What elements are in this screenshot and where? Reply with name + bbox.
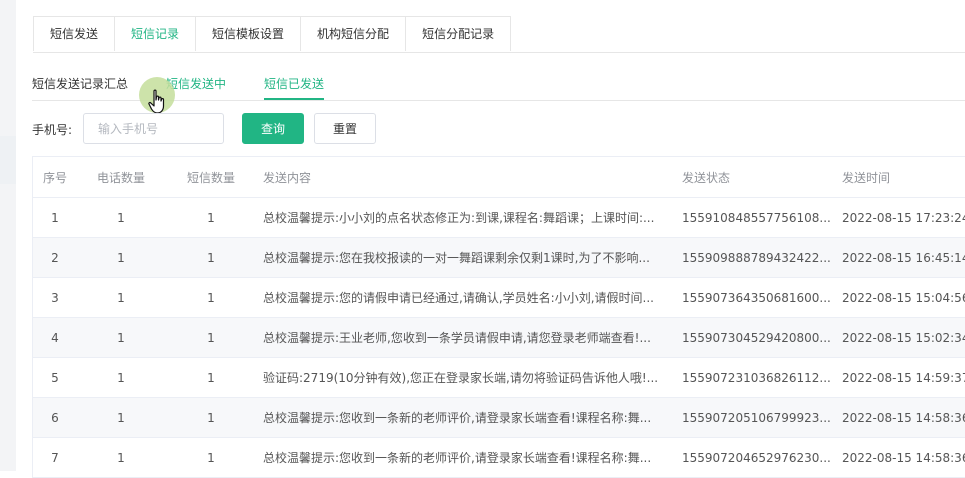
row-status: 155907204652976230... — [682, 450, 831, 465]
row-time: 2022-08-15 14:58:36 — [842, 410, 965, 425]
row-phone-count: 1 — [117, 250, 125, 265]
table-row[interactable]: 4 1 1 总校温馨提示:王业老师,您收到一条学员请假申请,请您登录老师端查看!...… — [33, 318, 965, 358]
row-phone-count: 1 — [117, 450, 125, 465]
row-sms-count: 1 — [207, 250, 215, 265]
left-strip-marker — [0, 136, 16, 184]
table-header: 序号 电话数量 短信数量 发送内容 发送状态 发送时间 — [33, 157, 965, 198]
row-phone-count: 1 — [117, 330, 125, 345]
row-time: 2022-08-15 15:02:34 — [842, 330, 965, 345]
table-row[interactable]: 7 1 1 总校温馨提示:您收到一条新的老师评价,请登录家长端查看!课程名称:舞...… — [33, 438, 965, 478]
row-index: 6 — [51, 410, 59, 425]
reset-button[interactable]: 重置 — [314, 113, 376, 144]
table-row[interactable]: 5 1 1 验证码:2719(10分钟有效),您正在登录家长端,请勿将验证码告诉他人哦… — [33, 358, 965, 398]
row-index: 3 — [51, 290, 59, 305]
row-status: 155910848557756108... — [682, 210, 831, 225]
sms-records-table: 序号 电话数量 短信数量 发送内容 发送状态 发送时间 1 1 1 总校温馨提示:小小… — [32, 156, 965, 478]
row-index: 4 — [51, 330, 59, 345]
tab-sms-allocation-records[interactable]: 短信分配记录 — [405, 16, 512, 51]
row-sms-count: 1 — [207, 330, 215, 345]
row-sms-count: 1 — [207, 450, 215, 465]
row-index: 7 — [51, 450, 59, 465]
row-index: 1 — [51, 210, 59, 225]
hand-cursor-icon — [148, 89, 165, 114]
row-status: 155907231036826112... — [682, 370, 831, 385]
row-sms-count: 1 — [207, 410, 215, 425]
tab-sms-send[interactable]: 短信发送 — [33, 16, 116, 51]
subtab-sent[interactable]: 短信已发送 — [264, 75, 325, 100]
row-time: 2022-08-15 14:59:37 — [842, 370, 965, 385]
table-body: 1 1 1 总校温馨提示:小小刘的点名状态修正为:到课,课程名:舞蹈课；上课时间:..… — [33, 198, 965, 478]
row-time: 2022-08-15 15:04:56 — [842, 290, 965, 305]
row-time: 2022-08-15 17:23:24 — [842, 210, 965, 225]
row-status: 155907364350681600... — [682, 290, 831, 305]
subtab-sending[interactable]: 短信发送中 — [166, 75, 226, 92]
col-header-status: 发送状态 — [682, 170, 731, 185]
row-content: 验证码:2719(10分钟有效),您正在登录家长端,请勿将验证码告诉他人哦!..… — [263, 371, 659, 385]
col-header-phone-count: 电话数量 — [96, 170, 145, 185]
row-index: 5 — [51, 370, 59, 385]
row-content: 总校温馨提示:您的请假申请已经通过,请确认,学员姓名:小小刘,请假时间... — [263, 291, 654, 305]
row-index: 2 — [51, 250, 59, 265]
top-tab-bar: 短信发送 短信记录 短信模板设置 机构短信分配 短信分配记录 — [33, 16, 965, 53]
query-button[interactable]: 查询 — [242, 113, 304, 144]
row-time: 2022-08-15 14:58:36 — [842, 450, 965, 465]
row-phone-count: 1 — [117, 290, 125, 305]
row-phone-count: 1 — [117, 370, 125, 385]
col-header-sms-count: 短信数量 — [186, 170, 235, 185]
tab-org-sms-allocation[interactable]: 机构短信分配 — [300, 16, 407, 51]
row-content: 总校温馨提示:您在我校报读的一对一舞蹈课剩余仅剩1课时,为了不影响... — [263, 251, 650, 265]
subtab-send-summary[interactable]: 短信发送记录汇总 — [32, 75, 128, 92]
phone-search-input[interactable] — [83, 113, 224, 144]
left-strip — [0, 0, 16, 471]
table-row[interactable]: 2 1 1 总校温馨提示:您在我校报读的一对一舞蹈课剩余仅剩1课时,为了不影响... 1… — [33, 238, 965, 278]
tab-sms-template-settings[interactable]: 短信模板设置 — [195, 16, 302, 51]
row-content: 总校温馨提示:王业老师,您收到一条学员请假申请,请您登录老师端查看!... — [263, 331, 651, 345]
row-phone-count: 1 — [117, 410, 125, 425]
row-status: 155907205106799923... — [682, 410, 831, 425]
tab-sms-records[interactable]: 短信记录 — [114, 16, 197, 51]
col-header-time: 发送时间 — [842, 170, 891, 185]
row-sms-count: 1 — [207, 210, 215, 225]
row-content: 总校温馨提示:您收到一条新的老师评价,请登录家长端查看!课程名称:舞... — [263, 451, 652, 465]
row-sms-count: 1 — [207, 370, 215, 385]
row-content: 总校温馨提示:小小刘的点名状态修正为:到课,课程名:舞蹈课；上课时间:... — [263, 211, 655, 225]
table-row[interactable]: 1 1 1 总校温馨提示:小小刘的点名状态修正为:到课,课程名:舞蹈课；上课时间:..… — [33, 198, 965, 238]
row-time: 2022-08-15 16:45:14 — [842, 250, 965, 265]
table-row[interactable]: 6 1 1 总校温馨提示:您收到一条新的老师评价,请登录家长端查看!课程名称:舞...… — [33, 398, 965, 438]
row-status: 155909888789432422... — [682, 250, 831, 265]
phone-label: 手机号: — [32, 123, 73, 137]
col-header-index: 序号 — [42, 170, 67, 185]
col-header-content: 发送内容 — [263, 170, 312, 185]
row-sms-count: 1 — [207, 290, 215, 305]
table-row[interactable]: 3 1 1 总校温馨提示:您的请假申请已经通过,请确认,学员姓名:小小刘,请假时间..… — [33, 278, 965, 318]
row-phone-count: 1 — [117, 210, 125, 225]
row-status: 155907304529420800... — [682, 330, 831, 345]
row-content: 总校温馨提示:您收到一条新的老师评价,请登录家长端查看!课程名称:舞... — [263, 411, 652, 425]
